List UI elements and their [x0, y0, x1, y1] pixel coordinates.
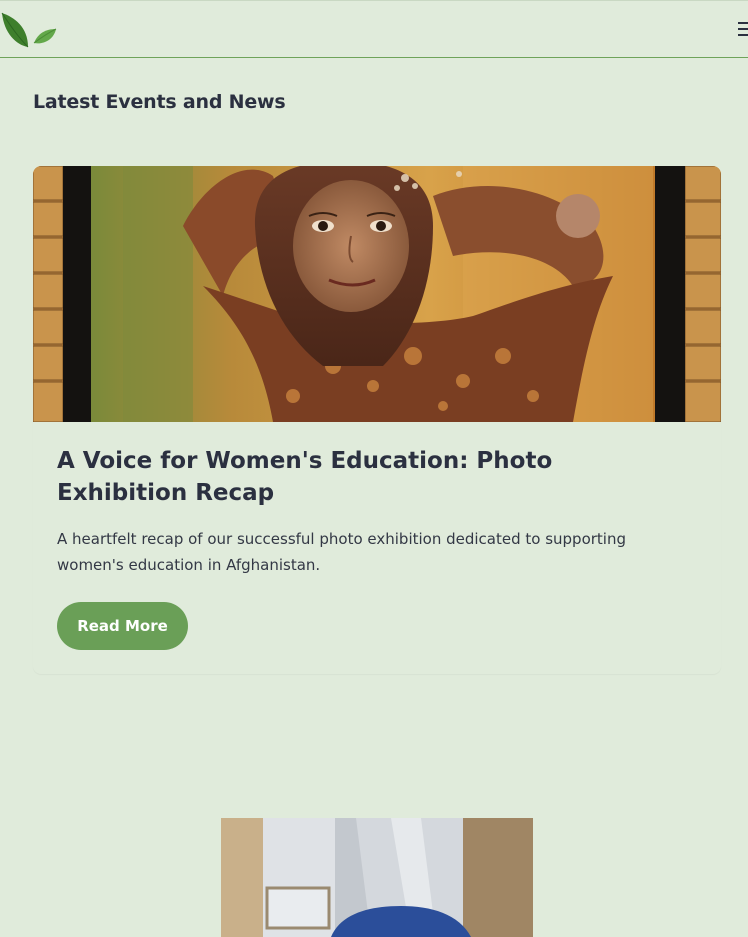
- read-more-button[interactable]: Read More: [57, 602, 188, 650]
- leaf-icon: [1, 12, 57, 48]
- hamburger-icon: [738, 22, 748, 24]
- news-card: A Voice for Women's Education: Photo Exh…: [33, 166, 721, 674]
- news-card-image[interactable]: [33, 166, 721, 422]
- next-news-card-image[interactable]: [221, 818, 533, 937]
- site-header: [0, 0, 748, 58]
- hamburger-menu-button[interactable]: [738, 22, 748, 38]
- exhibition-photo: [33, 166, 721, 422]
- news-card-excerpt: A heartfelt recap of our successful phot…: [57, 530, 626, 574]
- news-card-title[interactable]: A Voice for Women's Education: Photo Exh…: [57, 445, 677, 509]
- next-post-photo: [221, 818, 533, 937]
- site-logo[interactable]: [0, 9, 60, 51]
- section-title: Latest Events and News: [33, 91, 286, 113]
